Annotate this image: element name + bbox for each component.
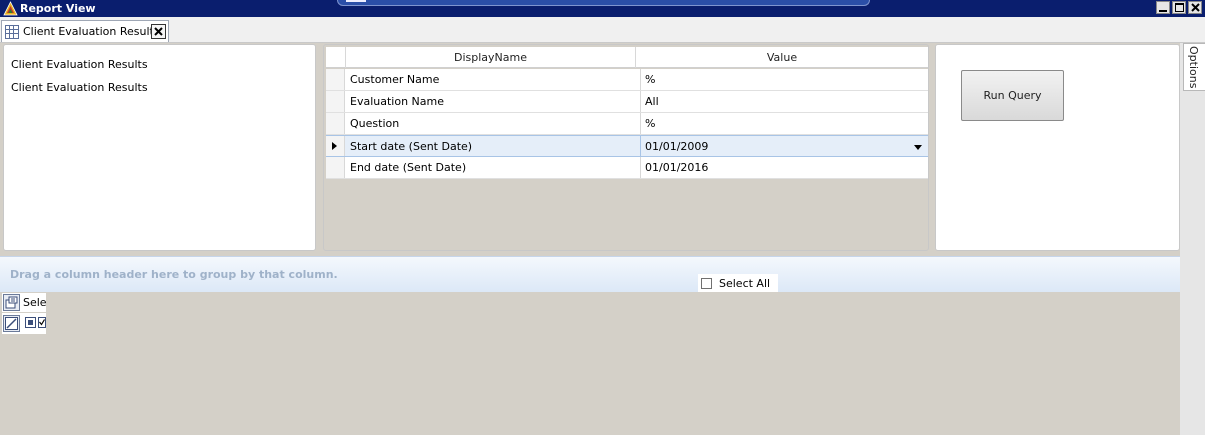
row-selector-header — [326, 47, 346, 68]
row-selector[interactable] — [326, 69, 345, 90]
param-name: Customer Name — [350, 73, 440, 86]
minimize-button[interactable] — [1156, 1, 1170, 14]
options-tab-label: Options — [1187, 46, 1200, 89]
tab-close-button[interactable] — [151, 24, 166, 39]
table-row[interactable]: Customer Name % — [326, 69, 928, 91]
side-panel-strip — [1180, 43, 1205, 435]
row-selector[interactable] — [326, 91, 345, 112]
results-filter-row — [2, 313, 46, 334]
title-center-strip — [337, 0, 870, 6]
checkmark-icon — [38, 317, 46, 328]
tab-label: Client Evaluation Results — [23, 25, 160, 38]
dropdown-arrow-icon[interactable] — [914, 145, 922, 150]
close-icon — [154, 27, 163, 36]
param-name: End date (Sent Date) — [350, 161, 467, 174]
column-header-value[interactable]: Value — [636, 47, 928, 68]
app-logo-icon — [3, 1, 18, 16]
param-name: Evaluation Name — [350, 95, 444, 108]
window-title: Report View — [20, 2, 96, 15]
table-row-selected[interactable]: Start date (Sent Date) 01/01/2009 — [326, 135, 928, 157]
column-header-displayname[interactable]: DisplayName — [346, 47, 636, 68]
indeterminate-mark-icon — [28, 320, 33, 325]
filter-clear-icon — [5, 317, 18, 330]
param-name: Question — [350, 117, 400, 130]
maximize-button[interactable] — [1172, 1, 1186, 14]
select-all-checkbox[interactable] — [701, 278, 712, 289]
table-row[interactable]: Question % — [326, 113, 928, 135]
document-tab-strip: Client Evaluation Results — [0, 17, 1205, 43]
param-value[interactable]: All — [640, 91, 926, 112]
table-row[interactable]: End date (Sent Date) 01/01/2016 — [326, 157, 928, 179]
grid-icon — [5, 25, 19, 39]
param-value-date-picker[interactable]: 01/01/2009 — [640, 136, 926, 156]
table-row[interactable]: Evaluation Name All — [326, 91, 928, 113]
close-window-button[interactable] — [1188, 1, 1202, 14]
results-column-header: Sele — [2, 293, 47, 312]
select-all-toggle[interactable]: Select All — [698, 274, 778, 292]
tab-client-evaluation-results[interactable]: Client Evaluation Results — [1, 20, 169, 42]
group-by-hint: Drag a column header here to group by th… — [10, 268, 338, 281]
current-row-arrow-icon — [332, 142, 337, 150]
title-bar: Report View — [0, 0, 1205, 17]
maximize-icon — [1174, 3, 1184, 12]
param-name: Start date (Sent Date) — [350, 140, 473, 153]
results-grid-area — [0, 292, 1180, 435]
select-column-header[interactable]: Sele — [23, 296, 47, 309]
param-value[interactable]: % — [640, 69, 926, 90]
options-side-tab[interactable]: Options — [1183, 43, 1205, 91]
param-value[interactable]: 01/01/2016 — [640, 157, 926, 178]
filter-checkbox[interactable] — [25, 317, 36, 328]
param-value: 01/01/2009 — [645, 140, 709, 153]
run-query-button[interactable]: Run Query — [961, 70, 1064, 121]
actions-panel: Run Query — [935, 44, 1180, 251]
filter-row-button[interactable] — [3, 315, 20, 332]
column-chooser-button[interactable] — [3, 294, 20, 311]
close-icon — [1190, 3, 1200, 12]
param-value[interactable]: % — [640, 113, 926, 134]
column-chooser-icon — [5, 296, 18, 309]
parameters-panel: DisplayName Value Customer Name % Evalua… — [323, 44, 929, 251]
select-all-label: Select All — [719, 277, 771, 290]
report-list-panel: Client Evaluation Results Client Evaluat… — [3, 44, 316, 251]
report-list-item[interactable]: Client Evaluation Results — [11, 81, 148, 94]
row-selector[interactable] — [326, 136, 345, 156]
group-by-panel[interactable]: Drag a column header here to group by th… — [0, 256, 1180, 292]
minimize-icon — [1159, 9, 1167, 12]
row-selector[interactable] — [326, 113, 345, 134]
grid-header: DisplayName Value — [326, 47, 928, 68]
report-list-item[interactable]: Client Evaluation Results — [11, 58, 148, 71]
row-selector[interactable] — [326, 157, 345, 178]
